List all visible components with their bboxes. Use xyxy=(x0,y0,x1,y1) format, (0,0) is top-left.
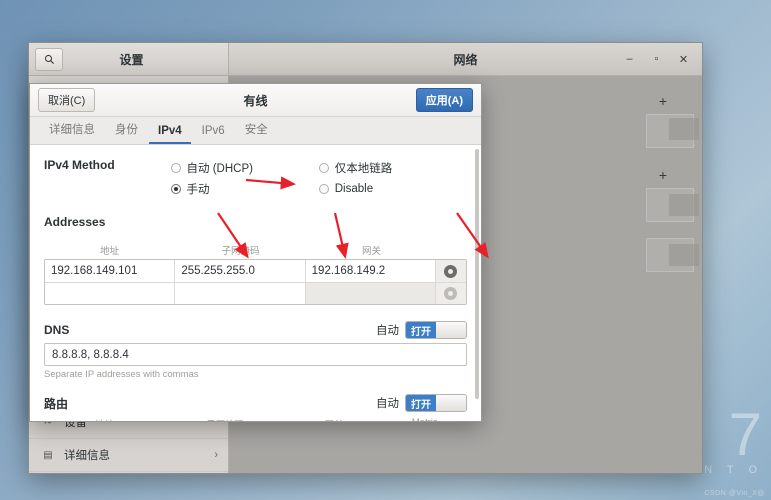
delete-icon[interactable] xyxy=(444,265,457,278)
radio-option-label: 仅本地链路 xyxy=(335,160,393,176)
radio-option-label: 自动 (DHCP) xyxy=(187,160,253,176)
minimize-button[interactable]: ‒ xyxy=(623,53,636,66)
cancel-button[interactable]: 取消(C) xyxy=(38,88,95,112)
dns-label: DNS xyxy=(44,323,69,337)
sidebar-item-details[interactable]: ▤ 详细信息 › xyxy=(29,439,228,472)
routes-auto-label: 自动 xyxy=(376,395,399,411)
gateway-field-empty[interactable] xyxy=(306,283,436,304)
ipv4-method-label: IPv4 Method xyxy=(44,157,171,172)
tab-ipv4[interactable]: IPv4 xyxy=(149,122,191,144)
sidebar-header: 设置 xyxy=(29,43,229,75)
dns-input[interactable]: 8.8.8.8, 8.8.8.4 xyxy=(44,343,467,366)
ipv4-method-column-right: 仅本地链路 Disable xyxy=(319,157,467,199)
dns-auto-label: 自动 xyxy=(376,322,399,338)
routes-column-headers: 地址 子网掩码 网关 Metric xyxy=(44,417,467,421)
radio-option-disable[interactable]: Disable xyxy=(319,178,467,199)
ipv4-method-section: IPv4 Method 自动 (DHCP) 手动 xyxy=(44,157,467,199)
window-controls: ‒ ▫ ✕ xyxy=(623,53,702,66)
maximize-button[interactable]: ▫ xyxy=(650,53,663,66)
chevron-right-icon: › xyxy=(214,449,218,461)
tab-details[interactable]: 详细信息 xyxy=(40,118,104,144)
panel-row-1 xyxy=(669,118,699,140)
wired-settings-dialog[interactable]: 取消(C) 有线 应用(A) 详细信息 身份 IPv4 IPv6 安全 IPv4… xyxy=(29,83,482,422)
add-connection-button-2[interactable]: + xyxy=(652,164,674,186)
network-header: 网络 ‒ ▫ ✕ xyxy=(229,43,702,75)
addresses-label: Addresses xyxy=(44,215,467,229)
addresses-table[interactable]: 192.168.149.101 255.255.255.0 192.168.14… xyxy=(44,259,467,305)
toggle-knob[interactable] xyxy=(436,322,466,338)
dns-auto-toggle[interactable]: 打开 xyxy=(405,321,467,339)
routes-auto-toggle[interactable]: 打开 xyxy=(405,394,467,412)
window-header: 设置 网络 ‒ ▫ ✕ xyxy=(29,43,702,76)
panel-row-2 xyxy=(669,194,699,216)
dns-hint: Separate IP addresses with commas xyxy=(44,369,467,380)
csdn-watermark: CSDN @Vin_X@ xyxy=(704,490,765,497)
column-header-gateway: 网关 xyxy=(306,243,437,257)
delete-icon[interactable] xyxy=(444,287,457,300)
dialog-header: 取消(C) 有线 应用(A) xyxy=(30,84,481,117)
desktop: 7 C E N T O CSDN @Vin_X@ 设置 网络 ‒ ▫ ✕ xyxy=(0,0,771,500)
search-button[interactable] xyxy=(35,48,63,71)
radio-dhcp-icon[interactable] xyxy=(171,163,181,173)
table-row[interactable] xyxy=(45,282,466,304)
dns-section-header: DNS 自动 打开 xyxy=(44,321,467,339)
radio-option-label: Disable xyxy=(335,183,373,195)
dialog-scrollbar[interactable] xyxy=(475,149,479,399)
tab-identity[interactable]: 身份 xyxy=(106,118,147,144)
radio-link-local-icon[interactable] xyxy=(319,163,329,173)
routes-column-address: 地址 xyxy=(44,417,165,421)
toggle-knob[interactable] xyxy=(436,395,466,411)
toggle-state-label: 打开 xyxy=(406,395,436,411)
ipv4-method-column-left: 自动 (DHCP) 手动 xyxy=(171,157,319,199)
settings-title: 设置 xyxy=(63,51,200,68)
toggle-state-label: 打开 xyxy=(406,322,436,338)
info-icon: ▤ xyxy=(39,450,57,461)
routes-column-netmask: 子网掩码 xyxy=(165,417,286,421)
address-field[interactable]: 192.168.149.101 xyxy=(45,260,175,282)
sidebar-item-label: 详细信息 xyxy=(64,447,110,463)
radio-disable-icon[interactable] xyxy=(319,184,329,194)
radio-option-link-local[interactable]: 仅本地链路 xyxy=(319,157,467,178)
close-button[interactable]: ✕ xyxy=(677,53,690,66)
delete-row-cell[interactable] xyxy=(436,260,466,282)
radio-option-dhcp[interactable]: 自动 (DHCP) xyxy=(171,157,319,178)
routes-label: 路由 xyxy=(44,395,68,412)
radio-option-label: 手动 xyxy=(187,181,210,197)
column-header-address: 地址 xyxy=(44,243,175,257)
add-connection-button-1[interactable]: + xyxy=(652,90,674,112)
dialog-title: 有线 xyxy=(30,92,481,109)
dialog-body: IPv4 Method 自动 (DHCP) 手动 xyxy=(30,145,481,421)
address-field-empty[interactable] xyxy=(45,283,175,304)
radio-manual-icon[interactable] xyxy=(171,184,181,194)
delete-row-cell[interactable] xyxy=(436,283,466,304)
dialog-tabs[interactable]: 详细信息 身份 IPv4 IPv6 安全 xyxy=(30,117,481,145)
addresses-column-headers: 地址 子网掩码 网关 xyxy=(44,243,467,257)
netmask-field[interactable]: 255.255.255.0 xyxy=(175,260,305,282)
table-row[interactable]: 192.168.149.101 255.255.255.0 192.168.14… xyxy=(45,260,466,282)
search-icon xyxy=(44,54,55,65)
panel-row-3 xyxy=(669,244,699,266)
routes-column-gateway: 网关 xyxy=(286,417,383,421)
radio-option-manual[interactable]: 手动 xyxy=(171,178,319,199)
apply-button[interactable]: 应用(A) xyxy=(416,88,473,112)
settings-window[interactable]: 设置 网络 ‒ ▫ ✕ ◉ Notifications ⚲ 搜索 xyxy=(28,42,703,474)
routes-column-metric: Metric xyxy=(382,417,467,421)
routes-section-header: 路由 自动 打开 xyxy=(44,394,467,412)
column-header-netmask: 子网掩码 xyxy=(175,243,306,257)
netmask-field-empty[interactable] xyxy=(175,283,305,304)
gateway-field[interactable]: 192.168.149.2 xyxy=(306,260,436,282)
tab-ipv6[interactable]: IPv6 xyxy=(193,122,234,144)
tab-security[interactable]: 安全 xyxy=(236,118,277,144)
